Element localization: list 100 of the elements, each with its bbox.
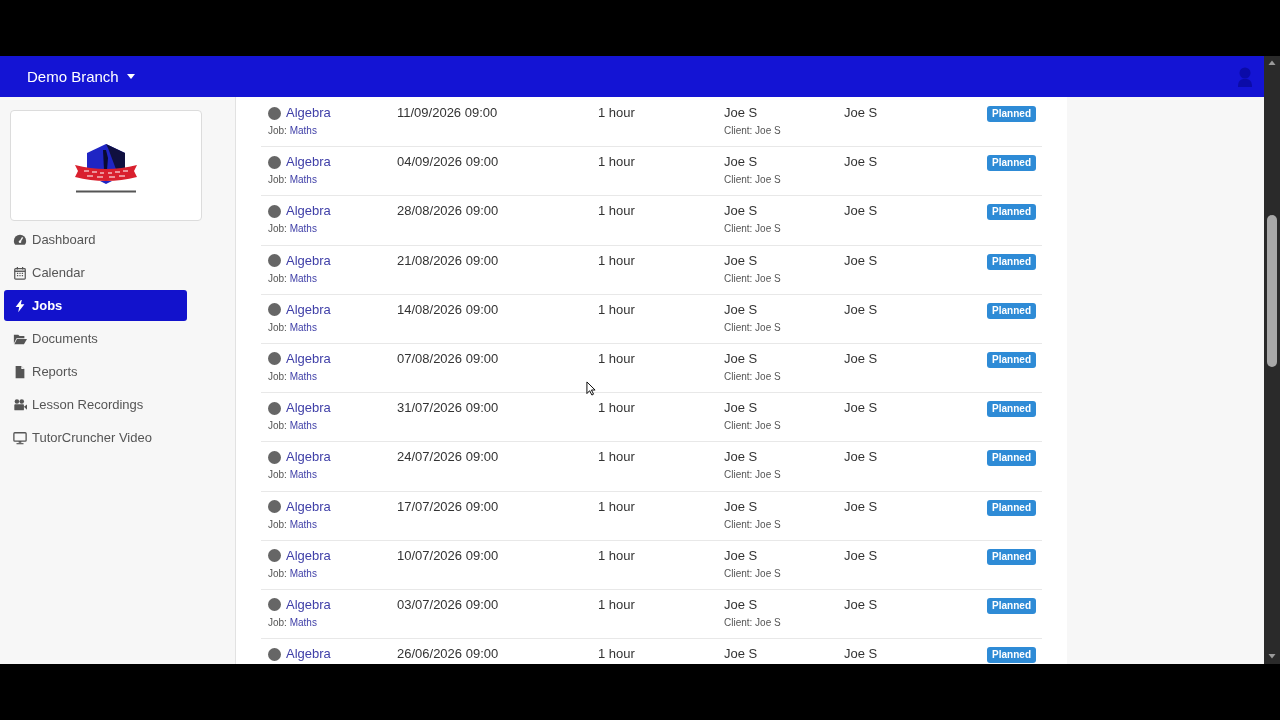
status-badge: Planned <box>987 450 1036 467</box>
status-badge: Planned <box>987 647 1036 664</box>
client-name: Client: Joe S <box>724 420 781 432</box>
status-badge: Planned <box>987 401 1036 418</box>
job-link[interactable]: Maths <box>289 469 317 481</box>
person-name: Joe S <box>724 498 758 514</box>
job-link[interactable]: Maths <box>289 370 317 382</box>
start-time: 17/07/2026 09:00 <box>397 498 499 514</box>
status-dot-icon <box>268 155 281 169</box>
duration-text: 1 hour <box>598 301 635 317</box>
sidebar-item[interactable]: Documents <box>4 323 187 354</box>
duration-text: 1 hour <box>598 252 635 268</box>
job-label: Job: <box>268 420 287 432</box>
client-name: Client: Joe S <box>724 125 781 136</box>
file-icon <box>13 364 27 379</box>
job-link[interactable]: Maths <box>289 567 317 579</box>
lesson-link[interactable]: Algebra <box>286 252 331 269</box>
lesson-link[interactable]: Algebra <box>286 449 331 466</box>
job-link[interactable]: Maths <box>289 174 317 186</box>
client-name: Client: Joe S <box>724 223 781 235</box>
lesson-link[interactable]: Algebra <box>286 400 331 417</box>
status-dot-icon <box>268 598 281 612</box>
job-label: Job: <box>268 125 287 136</box>
status-badge: Planned <box>987 204 1036 221</box>
monitor-icon <box>13 430 27 445</box>
sidebar-item[interactable]: Jobs <box>4 290 187 321</box>
sidebar-item[interactable]: Calendar <box>4 257 187 288</box>
person-name: Joe S <box>724 350 758 366</box>
job-link[interactable]: Maths <box>289 321 317 333</box>
job-label: Job: <box>268 518 287 530</box>
client-name: Client: Joe S <box>724 272 781 284</box>
lesson-link[interactable]: Algebra <box>286 547 331 564</box>
status-badge: Planned <box>987 155 1036 172</box>
client-name: Client: Joe S <box>724 469 781 481</box>
lightning-bolt-icon <box>13 298 27 313</box>
video-camera-icon <box>13 397 27 412</box>
sidebar-item[interactable]: Reports <box>4 356 187 387</box>
person-name: Joe S <box>844 547 878 563</box>
job-link[interactable]: Maths <box>289 272 317 284</box>
lesson-link[interactable]: Algebra <box>286 154 331 171</box>
person-name: Joe S <box>844 449 878 465</box>
lesson-link[interactable]: Algebra <box>286 646 331 663</box>
person-name: Joe S <box>844 498 878 514</box>
client-name: Client: Joe S <box>724 174 781 186</box>
mouse-pointer-icon <box>586 381 596 396</box>
branch-dropdown[interactable]: Demo Branch <box>27 67 135 86</box>
job-link[interactable]: Maths <box>289 616 317 628</box>
person-name: Joe S <box>724 301 758 317</box>
lesson-link[interactable]: Algebra <box>286 105 331 121</box>
client-name: Client: Joe S <box>724 518 781 530</box>
status-badge: Planned <box>987 499 1036 516</box>
start-time: 28/08/2026 09:00 <box>397 203 499 219</box>
status-dot-icon <box>268 450 281 464</box>
status-dot-icon <box>268 549 281 563</box>
job-label: Job: <box>268 272 287 284</box>
sidebar-item[interactable]: TutorCruncher Video <box>4 422 187 453</box>
duration-text: 1 hour <box>598 646 635 662</box>
lesson-link[interactable]: Algebra <box>286 596 331 613</box>
status-dot-icon <box>268 500 281 513</box>
status-badge: Planned <box>987 597 1036 614</box>
person-name: Joe S <box>844 400 878 416</box>
status-dot-icon <box>268 352 281 366</box>
person-name: Joe S <box>724 105 758 120</box>
start-time: 21/08/2026 09:00 <box>397 252 499 268</box>
client-name: Client: Joe S <box>724 567 781 579</box>
status-dot-icon <box>268 254 281 268</box>
job-label: Job: <box>268 223 287 235</box>
person-name: Joe S <box>844 596 878 612</box>
start-time: 10/07/2026 09:00 <box>397 547 499 563</box>
lesson-link[interactable]: Algebra <box>286 203 331 220</box>
job-link[interactable]: Maths <box>289 518 317 530</box>
start-time: 26/06/2026 09:00 <box>397 646 499 662</box>
status-dot-icon <box>268 303 281 317</box>
calendar-icon <box>13 265 27 280</box>
scrollbar[interactable] <box>1264 56 1280 664</box>
start-time: 14/08/2026 09:00 <box>397 301 499 317</box>
job-label: Job: <box>268 469 287 481</box>
lesson-link[interactable]: Algebra <box>286 498 331 515</box>
person-name: Joe S <box>724 596 758 612</box>
job-link[interactable]: Maths <box>289 125 317 136</box>
sidebar-item[interactable]: Dashboard <box>4 224 187 255</box>
person-name: Joe S <box>724 646 758 662</box>
job-link[interactable]: Maths <box>289 223 317 235</box>
person-name: Joe S <box>844 105 878 120</box>
person-name: Joe S <box>724 252 758 268</box>
status-dot-icon <box>268 647 281 661</box>
sidebar-item[interactable]: Lesson Recordings <box>4 389 187 420</box>
duration-text: 1 hour <box>598 154 635 170</box>
lesson-link[interactable]: Algebra <box>286 350 331 367</box>
job-label: Job: <box>268 567 287 579</box>
start-time: 07/08/2026 09:00 <box>397 350 499 366</box>
job-label: Job: <box>268 321 287 333</box>
duration-text: 1 hour <box>598 400 635 416</box>
job-label: Job: <box>268 616 287 628</box>
duration-text: 1 hour <box>598 596 635 612</box>
status-dot-icon <box>268 401 281 415</box>
status-dot-icon <box>268 204 281 218</box>
job-link[interactable]: Maths <box>289 420 317 432</box>
lesson-link[interactable]: Algebra <box>286 301 331 318</box>
person-name: Joe S <box>844 301 878 317</box>
